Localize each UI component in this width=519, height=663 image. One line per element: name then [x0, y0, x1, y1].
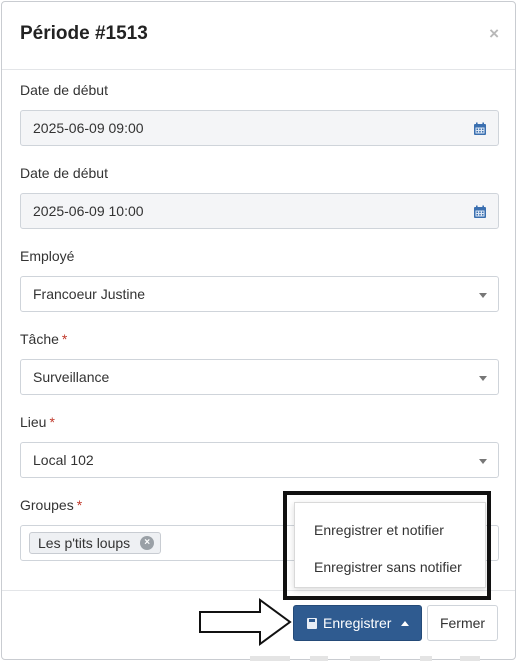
remove-tag-icon[interactable]: × [140, 536, 155, 550]
task-select[interactable]: Surveillance [20, 359, 499, 395]
chevron-down-icon [479, 376, 487, 381]
calendar-icon[interactable] [473, 205, 487, 219]
start-date-label: Date de début [20, 82, 108, 98]
task-label-text: Tâche [20, 331, 59, 347]
save-button-label: Enregistrer [323, 615, 392, 631]
start-date-input[interactable]: 2025-06-09 09:00 [20, 110, 499, 146]
save-and-notify-option[interactable]: Enregistrer et notifier [314, 522, 444, 538]
modal-footer-divider [2, 590, 515, 591]
task-value: Surveillance [33, 369, 110, 385]
end-date-value: 2025-06-09 10:00 [33, 203, 144, 219]
location-select[interactable]: Local 102 [20, 442, 499, 478]
caret-up-icon [401, 621, 409, 626]
group-tag: Les p'tits loups × [29, 532, 162, 554]
task-label: Tâche * [20, 331, 67, 347]
chevron-down-icon [479, 459, 487, 464]
start-date-value: 2025-06-09 09:00 [33, 120, 144, 136]
groups-label-text: Groupes [20, 497, 74, 513]
employee-select[interactable]: Francoeur Justine [20, 276, 499, 312]
employee-label: Employé [20, 248, 75, 264]
required-mark: * [61, 331, 68, 347]
group-tag-label: Les p'tits loups [38, 535, 131, 551]
chevron-down-icon [479, 293, 487, 298]
end-date-input[interactable]: 2025-06-09 10:00 [20, 193, 499, 229]
save-without-notify-option[interactable]: Enregistrer sans notifier [314, 559, 462, 575]
end-date-label: Date de début [20, 165, 108, 181]
close-icon[interactable]: × [489, 24, 499, 44]
close-button[interactable]: Fermer [427, 605, 498, 641]
modal-title: Période #1513 [20, 23, 148, 44]
modal-header: Période #1513 × [2, 2, 515, 70]
background-content-fragment [250, 656, 480, 661]
annotation-arrow-icon [199, 598, 292, 646]
employee-value: Francoeur Justine [33, 286, 146, 302]
floppy-disk-icon [307, 618, 317, 629]
save-options-dropdown: Enregistrer et notifier Enregistrer sans… [294, 502, 486, 588]
groups-label: Groupes * [20, 497, 82, 513]
location-label-text: Lieu [20, 414, 47, 430]
required-mark: * [76, 497, 83, 513]
location-label: Lieu * [20, 414, 55, 430]
required-mark: * [49, 414, 55, 430]
location-value: Local 102 [33, 452, 94, 468]
calendar-icon[interactable] [473, 122, 487, 136]
save-button[interactable]: Enregistrer [293, 605, 422, 641]
